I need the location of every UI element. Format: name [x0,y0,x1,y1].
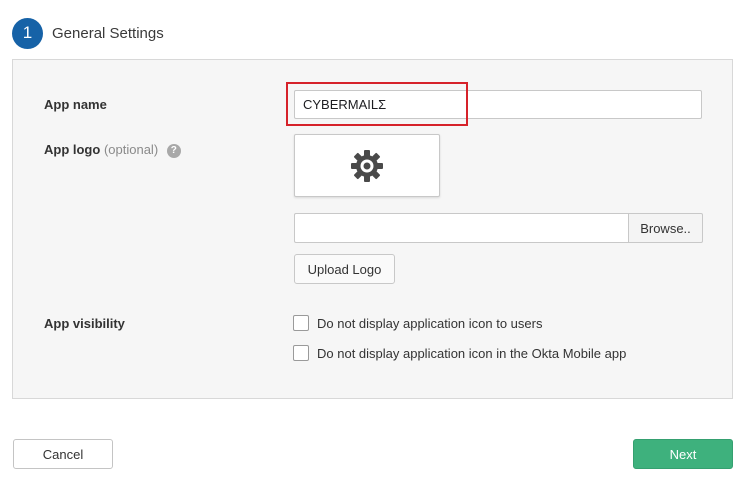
gear-icon [351,149,383,182]
step-title: General Settings [52,24,164,42]
app-name-label: App name [44,97,107,112]
hide-icon-users-checkbox[interactable] [293,315,309,331]
app-name-input[interactable]: CYBERMAILΣ [294,90,702,119]
step-header: 1 General Settings [12,17,164,49]
logo-preview [294,134,440,197]
logo-file-path-field[interactable] [294,213,629,243]
hide-icon-mobile-option[interactable]: Do not display application icon in the O… [293,345,626,361]
upload-logo-button[interactable]: Upload Logo [294,254,395,284]
general-settings-panel: App name CYBERMAILΣ App logo (optional) … [12,59,733,399]
cancel-button[interactable]: Cancel [13,439,113,469]
help-icon[interactable]: ? [166,143,181,158]
browse-button[interactable]: Browse.. [628,213,703,243]
step-number-badge: 1 [12,17,43,49]
app-logo-label: App logo [44,142,101,157]
hide-icon-mobile-label[interactable]: Do not display application icon in the O… [317,346,626,361]
hide-icon-users-option[interactable]: Do not display application icon to users [293,315,542,331]
app-logo-label-group: App logo (optional) ? [44,142,181,158]
hide-icon-mobile-checkbox[interactable] [293,345,309,361]
app-visibility-label: App visibility [44,316,125,331]
next-button[interactable]: Next [633,439,733,469]
hide-icon-users-label[interactable]: Do not display application icon to users [317,316,542,331]
optional-hint: (optional) [103,142,159,157]
